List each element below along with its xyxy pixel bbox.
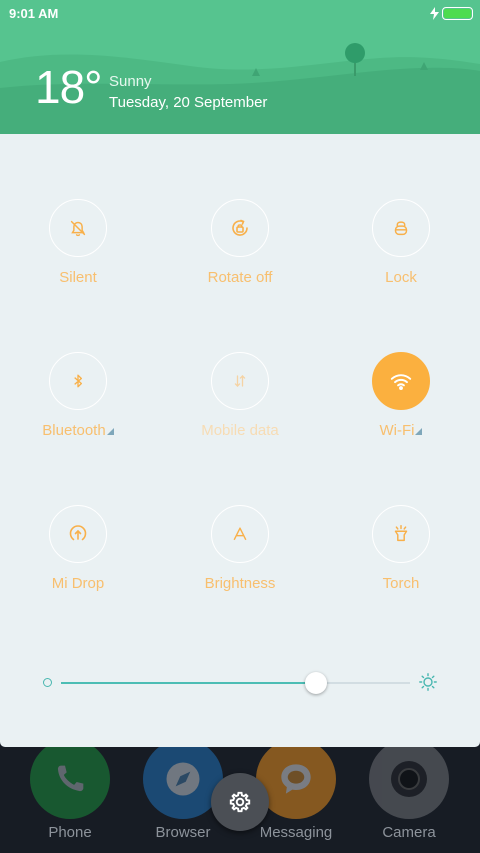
- brightness-low-icon: [43, 678, 52, 687]
- toggle-bluetooth[interactable]: Bluetooth: [18, 352, 138, 462]
- toggle-brightness[interactable]: Brightness: [180, 505, 300, 615]
- toggle-bluetooth-label: Bluetooth: [18, 422, 138, 439]
- settings-button[interactable]: [211, 773, 269, 831]
- submenu-indicator-icon: [415, 428, 423, 435]
- status-bar: 9:01 AM: [0, 0, 480, 28]
- temperature[interactable]: 18°: [35, 64, 103, 110]
- brightness-high-icon: [419, 673, 437, 691]
- wifi-icon: [390, 374, 412, 390]
- toggle-mobile-data-label: Mobile data: [201, 422, 279, 439]
- gear-icon: [229, 791, 251, 813]
- date-label[interactable]: Tuesday, 20 September: [109, 94, 267, 111]
- toggle-brightness-button[interactable]: [211, 505, 269, 563]
- submenu-indicator-icon: [106, 428, 114, 435]
- toggle-mobile-data: Mobile data: [180, 352, 300, 462]
- toggle-wifi-label: Wi-Fi: [341, 422, 461, 439]
- toggle-mobile-data-button: [211, 352, 269, 410]
- toggle-rotate[interactable]: Rotate off: [180, 199, 300, 309]
- toggle-bluetooth-button[interactable]: [49, 352, 107, 410]
- toggle-silent-label: Silent: [59, 269, 97, 286]
- toggle-silent[interactable]: Silent: [18, 199, 138, 309]
- toggle-rotate-label: Rotate off: [207, 269, 273, 286]
- toggle-mi-drop-label: Mi Drop: [51, 575, 105, 592]
- brightness-thumb[interactable]: [304, 672, 327, 694]
- dock-app-camera[interactable]: Camera: [359, 747, 459, 853]
- toggle-brightness-label: Brightness: [204, 575, 276, 592]
- toggle-rotate-button[interactable]: [211, 199, 269, 257]
- toggle-lock-button[interactable]: [372, 199, 430, 257]
- battery-icon: [442, 7, 473, 20]
- brightness-auto-icon: [233, 527, 247, 541]
- clock: 9:01 AM: [9, 6, 59, 21]
- dock-app-label: Browser: [155, 824, 211, 841]
- bell-off-icon: [70, 220, 86, 237]
- lock-icon: [394, 221, 408, 236]
- bluetooth-icon: [74, 374, 82, 388]
- phone-icon: [30, 747, 110, 819]
- toggle-mi-drop-button[interactable]: [49, 505, 107, 563]
- toggle-wifi[interactable]: Wi-Fi: [341, 352, 461, 462]
- toggle-torch-button[interactable]: [372, 505, 430, 563]
- toggle-lock-label: Lock: [385, 269, 417, 286]
- mobile-data-icon: [234, 375, 246, 387]
- dock-app-label: Messaging: [259, 824, 333, 841]
- toggle-torch[interactable]: Torch: [341, 505, 461, 615]
- toggle-mi-drop[interactable]: Mi Drop: [18, 505, 138, 615]
- dock-app-label: Camera: [382, 824, 436, 841]
- brightness-fill: [61, 682, 316, 684]
- torch-icon: [394, 525, 408, 542]
- toggle-wifi-button[interactable]: [372, 352, 430, 410]
- quick-settings-panel: Silent Rotate off Lock Bluetooth Mobile …: [0, 134, 480, 747]
- brightness-slider[interactable]: [40, 670, 440, 694]
- dock-app-phone[interactable]: Phone: [20, 747, 120, 853]
- toggle-lock[interactable]: Lock: [341, 199, 461, 309]
- mi-drop-icon: [69, 525, 87, 541]
- weather-header: 9:01 AM 18° Sunny Tuesday, 20 September: [0, 0, 480, 134]
- dock-app-label: Phone: [48, 824, 92, 841]
- toggle-silent-button[interactable]: [49, 199, 107, 257]
- camera-icon: [369, 747, 449, 819]
- weather-condition: Sunny: [109, 73, 152, 90]
- charging-icon: [430, 7, 439, 20]
- rotate-lock-icon: [232, 219, 248, 236]
- battery-level: [444, 9, 471, 18]
- toggle-torch-label: Torch: [382, 575, 420, 592]
- brightness-track[interactable]: [61, 672, 410, 694]
